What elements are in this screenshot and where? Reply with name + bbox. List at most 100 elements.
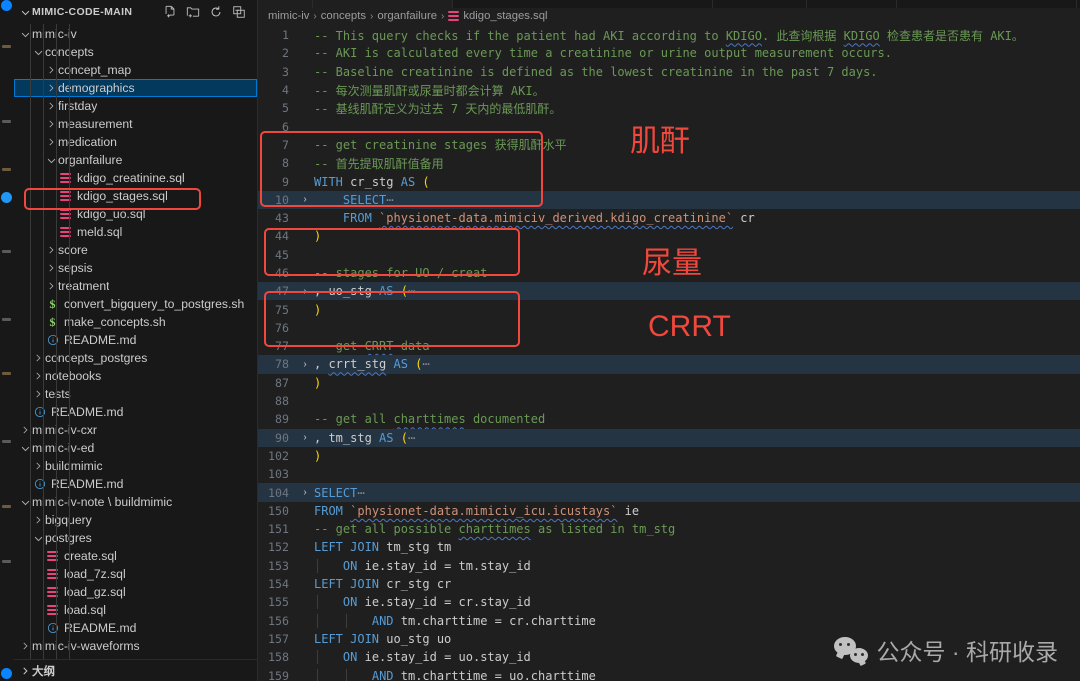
new-folder-icon[interactable] <box>185 4 201 20</box>
editor-tab[interactable] <box>807 0 897 8</box>
editor-tab[interactable] <box>713 0 807 8</box>
line-number: 104 <box>268 485 289 500</box>
code-line[interactable]: 88 <box>258 392 1080 410</box>
tree-item-load-7z-sql[interactable]: load_7z.sql <box>14 565 257 583</box>
tree-item-score[interactable]: score <box>14 241 257 259</box>
code-line[interactable]: 9 WITH cr_stg AS ( <box>258 172 1080 190</box>
code-line[interactable]: 47 ›, uo_stg AS (⋯ <box>258 282 1080 301</box>
code-text: │ ON ie.stay_id = cr.stay_id <box>314 595 531 610</box>
code-editor-content[interactable]: 1 -- This query checks if the patient had… <box>258 24 1080 681</box>
tree-item-load-gz-sql[interactable]: load_gz.sql <box>14 583 257 601</box>
breadcrumb[interactable]: mimic-iv › concepts › organfailure › kdigo_sta… <box>258 8 1080 24</box>
breadcrumb-segment[interactable]: organfailure <box>377 10 437 22</box>
breadcrumb-segment[interactable]: concepts <box>321 10 366 22</box>
tree-item-kdigo-uo-sql[interactable]: kdigo_uo.sql <box>14 205 257 223</box>
tree-item-mimic-iv-note-buildmimic[interactable]: mimic-iv-note \ buildmimic <box>14 493 257 511</box>
code-line[interactable]: 5 -- 基线肌酐定义为过去 7 天内的最低肌酐。 <box>258 99 1080 117</box>
tree-item-concept-map[interactable]: concept_map <box>14 61 257 79</box>
tree-item-kdigo-stages-sql[interactable]: kdigo_stages.sql <box>14 187 257 205</box>
tree-item-label: treatment <box>58 279 110 293</box>
tree-item-buildmimic[interactable]: buildmimic <box>14 457 257 475</box>
code-line[interactable]: 78 ›, crrt_stg AS (⋯ <box>258 355 1080 374</box>
code-line[interactable]: 4 -- 每次测量肌酐或尿量时都会计算 AKI。 <box>258 81 1080 99</box>
breadcrumb-segment[interactable]: mimic-iv <box>268 10 309 22</box>
code-line[interactable]: 2 -- AKI is calculated every time a creat… <box>258 44 1080 62</box>
code-line[interactable]: 156 │ │ AND tm.charttime = cr.charttime <box>258 612 1080 630</box>
new-file-icon[interactable] <box>162 4 178 20</box>
code-line[interactable]: 46 -- stages for UO / creat <box>258 264 1080 282</box>
editor-tab[interactable] <box>313 0 453 8</box>
code-line[interactable]: 159 │ │ AND tm.charttime = uo.charttime <box>258 666 1080 681</box>
code-line[interactable]: 89 -- get all charttimes documented <box>258 410 1080 428</box>
code-line[interactable]: 1 -- This query checks if the patient had… <box>258 26 1080 44</box>
code-line[interactable]: 154 LEFT JOIN cr_stg cr <box>258 575 1080 593</box>
breadcrumb-file[interactable]: kdigo_stages.sql <box>448 10 548 22</box>
editor-tab[interactable] <box>897 0 1077 8</box>
code-line[interactable]: 151 -- get all possible charttimes as lis… <box>258 520 1080 538</box>
code-line[interactable]: 153 │ ON ie.stay_id = tm.stay_id <box>258 557 1080 575</box>
editor-tab[interactable] <box>453 0 713 8</box>
code-line[interactable]: 7 -- get creatinine stages 获得肌酐水平 <box>258 136 1080 154</box>
tree-item-sepsis[interactable]: sepsis <box>14 259 257 277</box>
tree-item-postgres[interactable]: postgres <box>14 529 257 547</box>
code-line[interactable]: 76 <box>258 319 1080 337</box>
code-line[interactable]: 103 <box>258 465 1080 483</box>
tree-item-readme-md[interactable]: README.md <box>14 619 257 637</box>
code-line[interactable]: 3 -- Baseline creatinine is defined as th… <box>258 63 1080 81</box>
code-line[interactable]: 90 ›, tm_stg AS (⋯ <box>258 428 1080 447</box>
tree-item-create-sql[interactable]: create.sql <box>14 547 257 565</box>
tree-item-bigquery[interactable]: bigquery <box>14 511 257 529</box>
tree-item-readme-md[interactable]: README.md <box>14 331 257 349</box>
tree-item-make-concepts-sh[interactable]: $ make_concepts.sh <box>14 313 257 331</box>
code-line[interactable]: 8 -- 首先提取肌酐值备用 <box>258 154 1080 172</box>
code-line[interactable]: 102) <box>258 447 1080 465</box>
fold-chevron-icon[interactable]: › <box>298 359 312 370</box>
tree-item-notebooks[interactable]: notebooks <box>14 367 257 385</box>
refresh-icon[interactable] <box>208 4 224 20</box>
fold-chevron-icon[interactable]: › <box>298 286 312 297</box>
tree-item-mimic-iv-cxr[interactable]: mimic-iv-cxr <box>14 421 257 439</box>
fold-chevron-icon[interactable]: › <box>298 487 312 498</box>
tree-item-concepts[interactable]: concepts <box>14 43 257 61</box>
tree-item-firstday[interactable]: firstday <box>14 97 257 115</box>
code-line[interactable]: 157 LEFT JOIN uo_stg uo <box>258 630 1080 648</box>
outline-section-header[interactable]: 大纲 <box>14 659 257 681</box>
code-line[interactable]: 43 FROM `physionet-data.mimiciv_derived.… <box>258 209 1080 227</box>
explorer-header[interactable]: MIMIC-CODE-MAIN <box>14 0 257 24</box>
fold-chevron-icon[interactable]: › <box>298 432 312 443</box>
tree-item-meld-sql[interactable]: meld.sql <box>14 223 257 241</box>
tree-item-concepts-postgres[interactable]: concepts_postgres <box>14 349 257 367</box>
code-line[interactable]: 45 <box>258 246 1080 264</box>
tree-item-kdigo-creatinine-sql[interactable]: kdigo_creatinine.sql <box>14 169 257 187</box>
tree-item-treatment[interactable]: treatment <box>14 277 257 295</box>
code-line[interactable]: 158 │ ON ie.stay_id = uo.stay_id <box>258 648 1080 666</box>
code-line[interactable]: 6 <box>258 117 1080 135</box>
code-line[interactable]: 104 › SELECT⋯ <box>258 483 1080 502</box>
tree-item-readme-md[interactable]: README.md <box>14 475 257 493</box>
collapse-all-icon[interactable] <box>231 4 247 20</box>
tree-item-medication[interactable]: medication <box>14 133 257 151</box>
file-tree[interactable]: mimic-ivconceptsconcept_mapdemographics f… <box>14 24 257 659</box>
code-line[interactable]: 150 FROM `physionet-data.mimiciv_icu.icus… <box>258 502 1080 520</box>
tree-item-load-sql[interactable]: load.sql <box>14 601 257 619</box>
code-line[interactable]: 77 -- get CRRT data <box>258 337 1080 355</box>
tree-item-mimic-iv-ed[interactable]: mimic-iv-ed <box>14 439 257 457</box>
code-line[interactable]: 44) <box>258 227 1080 245</box>
tree-item-mimic-iv[interactable]: mimic-iv <box>14 25 257 43</box>
code-line[interactable]: 10 › SELECT⋯ <box>258 190 1080 209</box>
code-line[interactable]: 155 │ ON ie.stay_id = cr.stay_id <box>258 593 1080 611</box>
chevron-down-icon[interactable] <box>18 5 32 19</box>
fold-chevron-icon[interactable]: › <box>298 194 312 205</box>
code-line[interactable]: 87) <box>258 374 1080 392</box>
tree-item-organfailure[interactable]: organfailure <box>14 151 257 169</box>
tree-item-tests[interactable]: tests <box>14 385 257 403</box>
tree-item-convert-bigquery-to-postgres-sh[interactable]: $ convert_bigquery_to_postgres.sh <box>14 295 257 313</box>
code-line[interactable]: 75) <box>258 300 1080 318</box>
tree-item-measurement[interactable]: measurement <box>14 115 257 133</box>
tree-item-demographics[interactable]: demographics <box>14 79 257 97</box>
editor-tab[interactable] <box>258 0 313 8</box>
tree-item-mimic-iv-waveforms[interactable]: mimic-iv-waveforms <box>14 637 257 655</box>
tree-item-readme-md[interactable]: README.md <box>14 403 257 421</box>
editor-tab-bar[interactable] <box>258 0 1080 8</box>
code-line[interactable]: 152 LEFT JOIN tm_stg tm <box>258 538 1080 556</box>
